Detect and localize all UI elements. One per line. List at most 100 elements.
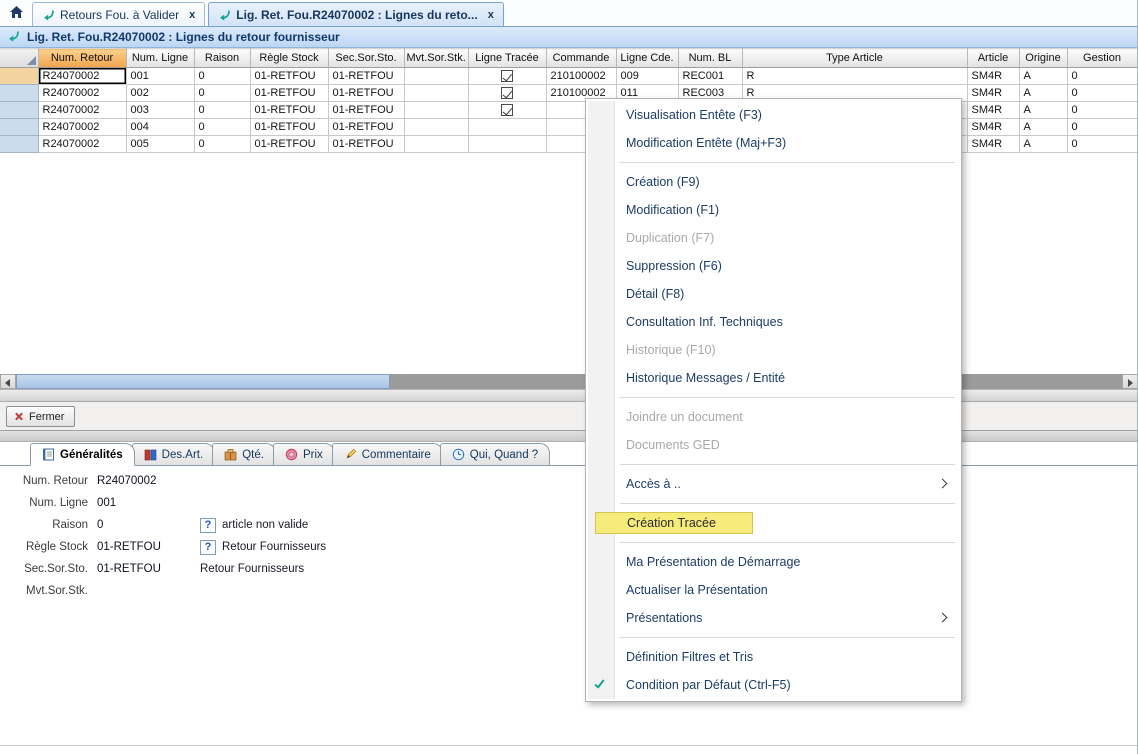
scroll-left-button[interactable] xyxy=(0,374,16,389)
menu-item-modification-f1[interactable]: Modification (F1) xyxy=(588,196,959,224)
cell-raison[interactable]: 0 xyxy=(194,85,250,102)
bottom-tab-qui-quand[interactable]: Qui, Quand ? xyxy=(440,443,550,465)
row-selector[interactable] xyxy=(0,102,38,119)
cell-regle-stock[interactable]: 01-RETFOU xyxy=(250,136,328,153)
column-header-regle-stock[interactable]: Règle Stock xyxy=(250,49,328,68)
cell-gestion[interactable]: 0 xyxy=(1067,119,1137,136)
menu-item-condition-par-defaut-ctrl-f5[interactable]: Condition par Défaut (Ctrl-F5) xyxy=(588,671,959,699)
cell-ligne-tracee[interactable] xyxy=(468,102,546,119)
column-header-type-article[interactable]: Type Article xyxy=(742,49,967,68)
cell-gestion[interactable]: 0 xyxy=(1067,68,1137,85)
column-header-ligne-cde[interactable]: Ligne Cde. xyxy=(616,49,678,68)
help-button[interactable]: ? xyxy=(200,518,216,533)
cell-gestion[interactable]: 0 xyxy=(1067,136,1137,153)
menu-item-detail-f8[interactable]: Détail (F8) xyxy=(588,280,959,308)
cell-num-ligne[interactable]: 003 xyxy=(126,102,194,119)
bottom-tab-generalites[interactable]: Généralités xyxy=(30,443,135,466)
cell-ligne-cde[interactable]: 009 xyxy=(616,68,678,85)
column-header-origine[interactable]: Origine xyxy=(1019,49,1067,68)
menu-item-actualiser-la-presentation[interactable]: Actualiser la Présentation xyxy=(588,576,959,604)
cell-origine[interactable]: A xyxy=(1019,85,1067,102)
cell-ligne-tracee[interactable] xyxy=(468,85,546,102)
row-selector[interactable] xyxy=(0,68,38,85)
cell-sec-sor-sto[interactable]: 01-RETFOU xyxy=(328,68,404,85)
cell-sec-sor-sto[interactable]: 01-RETFOU xyxy=(328,119,404,136)
cell-regle-stock[interactable]: 01-RETFOU xyxy=(250,102,328,119)
horizontal-scrollbar[interactable] xyxy=(0,374,1138,389)
cell-article[interactable]: SM4R xyxy=(967,119,1019,136)
cell-ligne-tracee[interactable] xyxy=(468,68,546,85)
tab-close-icon[interactable]: x xyxy=(488,9,494,21)
cell-num-ligne[interactable]: 002 xyxy=(126,85,194,102)
cell-mvt-sor-stk[interactable] xyxy=(404,68,468,85)
scroll-right-button[interactable] xyxy=(1122,374,1138,389)
cell-sec-sor-sto[interactable]: 01-RETFOU xyxy=(328,85,404,102)
row-selector[interactable] xyxy=(0,119,38,136)
cell-origine[interactable]: A xyxy=(1019,136,1067,153)
menu-item-suppression-f6[interactable]: Suppression (F6) xyxy=(588,252,959,280)
column-header-num-retour[interactable]: Num. Retour xyxy=(38,49,126,68)
cell-article[interactable]: SM4R xyxy=(967,102,1019,119)
menu-item-ma-presentation-de-demarrage[interactable]: Ma Présentation de Démarrage xyxy=(588,548,959,576)
cell-num-ligne[interactable]: 004 xyxy=(126,119,194,136)
bottom-tab-commentaire[interactable]: Commentaire xyxy=(332,443,443,465)
column-header-gestion[interactable]: Gestion xyxy=(1067,49,1137,68)
checkbox-checked-icon[interactable] xyxy=(501,87,513,99)
grid-corner-header[interactable] xyxy=(0,49,38,68)
splitter-top[interactable] xyxy=(0,389,1138,402)
cell-gestion[interactable]: 0 xyxy=(1067,85,1137,102)
cell-gestion[interactable]: 0 xyxy=(1067,102,1137,119)
column-header-sec-sor-sto[interactable]: Sec.Sor.Sto. xyxy=(328,49,404,68)
cell-regle-stock[interactable]: 01-RETFOU xyxy=(250,119,328,136)
cell-origine[interactable]: A xyxy=(1019,68,1067,85)
menu-item-creation-tracee[interactable]: Création Tracée xyxy=(588,509,959,537)
column-header-raison[interactable]: Raison xyxy=(194,49,250,68)
cell-raison[interactable]: 0 xyxy=(194,119,250,136)
menu-item-presentations[interactable]: Présentations xyxy=(588,604,959,632)
bottom-tab-des-art[interactable]: Des.Art. xyxy=(132,443,216,465)
splitter-bottom[interactable] xyxy=(0,430,1138,442)
tab-close-icon[interactable]: x xyxy=(189,9,195,21)
cell-regle-stock[interactable]: 01-RETFOU xyxy=(250,85,328,102)
cell-ligne-tracee[interactable] xyxy=(468,136,546,153)
cell-num-retour[interactable]: R24070002 xyxy=(38,102,126,119)
column-header-num-bl[interactable]: Num. BL xyxy=(678,49,742,68)
cell-sec-sor-sto[interactable]: 01-RETFOU xyxy=(328,136,404,153)
cell-sec-sor-sto[interactable]: 01-RETFOU xyxy=(328,102,404,119)
checkbox-checked-icon[interactable] xyxy=(501,70,513,82)
cell-mvt-sor-stk[interactable] xyxy=(404,102,468,119)
cell-raison[interactable]: 0 xyxy=(194,68,250,85)
menu-item-modification-entete-maj-f3[interactable]: Modification Entête (Maj+F3) xyxy=(588,129,959,157)
cell-mvt-sor-stk[interactable] xyxy=(404,85,468,102)
cell-article[interactable]: SM4R xyxy=(967,68,1019,85)
column-header-num-ligne[interactable]: Num. Ligne xyxy=(126,49,194,68)
cell-article[interactable]: SM4R xyxy=(967,85,1019,102)
tab-active-lig-ret-fou-r24070002-lignes-du-reto[interactable]: Lig. Ret. Fou.R24070002 : Lignes du reto… xyxy=(208,2,504,26)
menu-item-consultation-inf-techniques[interactable]: Consultation Inf. Techniques xyxy=(588,308,959,336)
cell-origine[interactable]: A xyxy=(1019,119,1067,136)
home-tab[interactable] xyxy=(0,0,32,26)
bottom-tab-prix[interactable]: Prix xyxy=(273,443,335,465)
cell-ligne-tracee[interactable] xyxy=(468,119,546,136)
menu-item-historique-messages-entite[interactable]: Historique Messages / Entité xyxy=(588,364,959,392)
cell-mvt-sor-stk[interactable] xyxy=(404,136,468,153)
column-header-ligne-tracee[interactable]: Ligne Tracée xyxy=(468,49,546,68)
help-button[interactable]: ? xyxy=(200,540,216,555)
menu-item-definition-filtres-et-tris[interactable]: Définition Filtres et Tris xyxy=(588,643,959,671)
cell-num-retour[interactable]: R24070002 xyxy=(38,68,126,85)
cell-num-ligne[interactable]: 001 xyxy=(126,68,194,85)
fermer-button[interactable]: Fermer xyxy=(6,406,75,427)
menu-item-acces-a[interactable]: Accès à .. xyxy=(588,470,959,498)
cell-num-retour[interactable]: R24070002 xyxy=(38,85,126,102)
checkbox-checked-icon[interactable] xyxy=(501,104,513,116)
cell-origine[interactable]: A xyxy=(1019,102,1067,119)
column-header-article[interactable]: Article xyxy=(967,49,1019,68)
cell-num-retour[interactable]: R24070002 xyxy=(38,136,126,153)
column-header-commande[interactable]: Commande xyxy=(546,49,616,68)
tab-retours-fou-a-valider[interactable]: Retours Fou. à Validerx xyxy=(32,2,205,26)
cell-raison[interactable]: 0 xyxy=(194,102,250,119)
menu-item-visualisation-entete-f3[interactable]: Visualisation Entête (F3) xyxy=(588,101,959,129)
cell-regle-stock[interactable]: 01-RETFOU xyxy=(250,68,328,85)
scrollbar-thumb[interactable] xyxy=(16,374,390,389)
menu-item-creation-f9[interactable]: Création (F9) xyxy=(588,168,959,196)
